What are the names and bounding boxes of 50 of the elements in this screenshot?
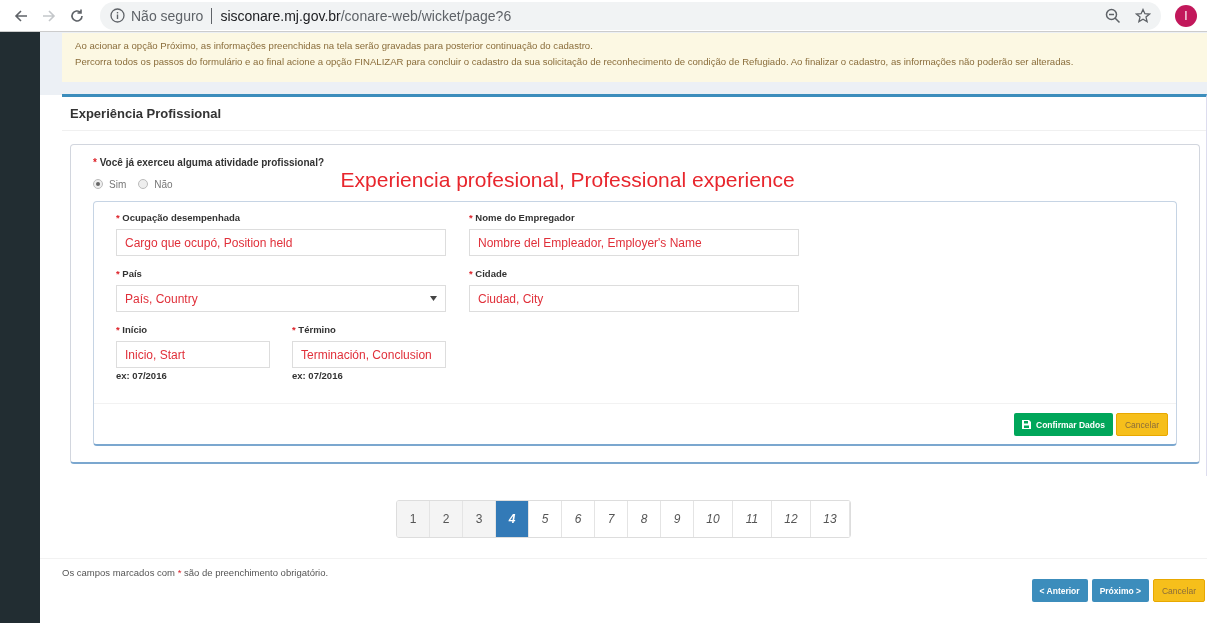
field-label: Cidade xyxy=(475,268,508,279)
url-host: sisconare.mj.gov.br xyxy=(220,7,341,24)
input-field[interactable]: Ciudad, City xyxy=(469,285,799,312)
annotation-text: Experiencia profesional, Professional experience xyxy=(340,168,795,192)
address-bar[interactable]: Não seguro sisconare.mj.gov.br/conare-web/wicket/page?6 xyxy=(100,1,1161,30)
zoom-out-icon[interactable] xyxy=(1105,7,1121,24)
radio-label: Não xyxy=(154,178,173,190)
field-label: Nome do Empregador xyxy=(475,212,575,223)
input-field[interactable]: Inicio, Start xyxy=(116,341,270,368)
input-field[interactable]: Nombre del Empleador, Employer's Name xyxy=(469,229,799,256)
dropdown-caret-icon xyxy=(430,296,437,301)
required-mark: * xyxy=(93,157,97,168)
star-icon[interactable] xyxy=(1135,7,1151,24)
input-field[interactable]: Cargo que ocupó, Position held xyxy=(116,229,446,256)
required-mark: * xyxy=(292,324,296,335)
required-mark: * xyxy=(116,268,120,279)
page-button[interactable]: 1 xyxy=(397,501,430,537)
back-icon[interactable] xyxy=(13,7,29,24)
info-icon xyxy=(110,8,125,23)
input-field[interactable]: Terminación, Conclusion xyxy=(292,341,446,368)
radio-label: Sim xyxy=(109,178,127,190)
page-button[interactable]: 2 xyxy=(430,501,463,537)
question-label: Você já exerceu alguma atividade profissional? xyxy=(99,157,325,168)
url-path: /conare-web/wicket/page?6 xyxy=(340,7,512,24)
panel-title: Experiência Profissional xyxy=(62,97,1206,131)
save-icon xyxy=(1022,420,1031,429)
field-hint: ex: 07/2016 xyxy=(292,370,344,381)
required-mark: * xyxy=(469,268,473,279)
previous-button[interactable]: < Anterior xyxy=(1031,579,1088,602)
radio-button[interactable] xyxy=(93,179,103,189)
field-label: Início xyxy=(122,324,148,335)
field-label: País xyxy=(122,268,142,279)
field-label: Ocupação desempenhada xyxy=(122,212,241,223)
required-mark: * xyxy=(469,212,473,223)
next-button[interactable]: Próximo > xyxy=(1091,579,1149,602)
page-button[interactable]: 4 xyxy=(496,501,529,537)
select-value: País, Country xyxy=(125,291,198,306)
required-mark: * xyxy=(116,324,120,335)
required-mark: * xyxy=(116,212,120,223)
page-button[interactable]: 3 xyxy=(463,501,496,537)
select-field[interactable]: País, Country xyxy=(116,285,446,312)
notice-text: Percorra todos os passos do formulário e ao final acione a opção FINALIZAR para concluir o cadastro da sua solicitação de reconhecimento de condição de Refugiado. Ao finalizar o cadastro, as informações não poderão ser alteradas. xyxy=(75,55,1075,69)
security-label: Não seguro xyxy=(131,7,204,24)
reload-icon[interactable] xyxy=(69,7,85,24)
field-label: Término xyxy=(298,324,336,335)
field-hint: ex: 07/2016 xyxy=(116,370,168,381)
profile-avatar[interactable]: I xyxy=(1175,4,1197,27)
notice-text: Ao acionar a opção Próximo, as informações preenchidas na tela serão gravadas para posterior continuação do cadastro. xyxy=(75,39,594,53)
required-note: Os campos marcados com * são de preenchimento obrigatório. xyxy=(62,567,330,578)
radio-button[interactable] xyxy=(138,179,149,189)
